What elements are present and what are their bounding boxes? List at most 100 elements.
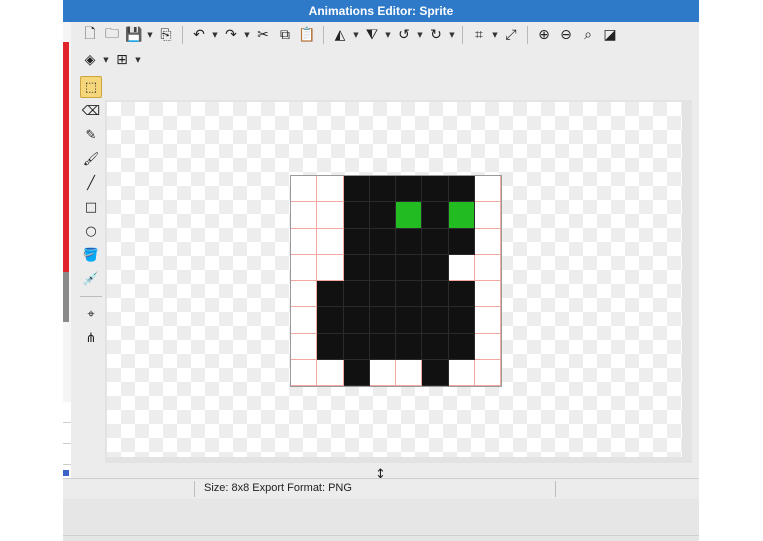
crop-icon[interactable]: ⌗ [468,24,490,46]
pixel-cell[interactable] [474,228,501,255]
pixel-cell[interactable] [396,228,423,255]
eraser-icon[interactable]: ⌫ [80,100,102,122]
pixel-cell[interactable] [369,228,396,255]
zoom-out-icon[interactable]: ⊖ [555,24,577,46]
pixel-cell[interactable] [474,254,501,281]
pixel-cell[interactable] [396,176,423,203]
pixel-cell[interactable] [396,254,423,281]
pixel-cell[interactable] [448,202,475,229]
rectangle-icon[interactable]: □ [80,196,102,218]
rotate-cw-icon[interactable]: ↻ [425,24,447,46]
dropdown-arrow-icon[interactable]: ▼ [447,31,457,39]
fill-bucket-icon[interactable]: 🪣 [80,244,102,266]
pixel-cell[interactable] [343,176,370,203]
open-folder-icon[interactable]: 🗀 [101,24,123,46]
pixel-cell[interactable] [291,333,318,360]
pixel-cell[interactable] [474,176,501,203]
pixel-cell[interactable] [448,281,475,308]
line-icon[interactable]: ╱ [80,172,102,194]
dropdown-arrow-icon[interactable]: ▼ [210,31,220,39]
export-icon[interactable]: ⎘ [155,24,177,46]
undo-icon[interactable]: ↶ [188,24,210,46]
pixel-cell[interactable] [448,176,475,203]
pixel-cell[interactable] [474,333,501,360]
pixel-cell[interactable] [317,359,344,386]
pixel-cell[interactable] [474,281,501,308]
pixel-cell[interactable] [422,333,449,360]
pixel-cell[interactable] [317,307,344,334]
pixel-cell[interactable] [422,202,449,229]
pixel-cell[interactable] [291,359,318,386]
pixel-cell[interactable] [317,228,344,255]
pixel-cell[interactable] [291,254,318,281]
layers-icon[interactable]: ◈ [79,49,101,71]
dropdown-arrow-icon[interactable]: ▼ [490,31,500,39]
pixel-cell[interactable] [474,359,501,386]
pixel-cell[interactable] [343,281,370,308]
dropdown-arrow-icon[interactable]: ▼ [145,31,155,39]
pixel-cell[interactable] [369,281,396,308]
anchor-point-icon[interactable]: ⌖ [80,303,102,325]
pixel-cell[interactable] [448,307,475,334]
marquee-select-icon[interactable]: ⬚ [80,76,102,98]
pixel-cell[interactable] [396,307,423,334]
grid-icon[interactable]: ⊞ [111,49,133,71]
pixel-cell[interactable] [396,359,423,386]
dropdown-arrow-icon[interactable]: ▼ [383,31,393,39]
new-file-icon[interactable]: 🗋 [79,24,101,46]
pixel-cell[interactable] [396,333,423,360]
pixel-cell[interactable] [474,307,501,334]
pixel-cell[interactable] [422,281,449,308]
zoom-in-icon[interactable]: ⊕ [533,24,555,46]
pixel-cell[interactable] [396,281,423,308]
pixel-cell[interactable] [422,176,449,203]
transparent-canvas[interactable] [107,102,682,457]
pixel-cell[interactable] [448,359,475,386]
pixel-cell[interactable] [291,281,318,308]
node-tree-icon[interactable]: ⋔ [80,327,102,349]
copy-icon[interactable]: ⧉ [274,24,296,46]
pixel-cell[interactable] [343,228,370,255]
pixel-cell[interactable] [422,254,449,281]
pixel-cell[interactable] [422,307,449,334]
pixel-cell[interactable] [369,307,396,334]
dropdown-arrow-icon[interactable]: ▼ [351,31,361,39]
pixel-cell[interactable] [448,228,475,255]
pixel-cell[interactable] [474,202,501,229]
flip-horizontal-icon[interactable]: ◭ [329,24,351,46]
pixel-cell[interactable] [343,254,370,281]
dropdown-arrow-icon[interactable]: ▼ [101,56,111,64]
zoom-fit-icon[interactable]: ⌕ [577,24,599,46]
redo-icon[interactable]: ↷ [220,24,242,46]
dropdown-arrow-icon[interactable]: ▼ [133,56,143,64]
pixel-cell[interactable] [422,359,449,386]
pixel-cell[interactable] [369,333,396,360]
pixel-cell[interactable] [448,333,475,360]
sprite-pixel-grid[interactable] [290,175,502,387]
pixel-cell[interactable] [317,202,344,229]
pixel-cell[interactable] [369,359,396,386]
resize-icon[interactable]: ⤢ [500,24,522,46]
pixel-cell[interactable] [343,333,370,360]
pixel-cell[interactable] [317,254,344,281]
pixel-cell[interactable] [343,359,370,386]
pixel-cell[interactable] [317,281,344,308]
pixel-cell[interactable] [369,176,396,203]
pixel-cell[interactable] [422,228,449,255]
pencil-icon[interactable]: ✎ [80,124,102,146]
pixel-cell[interactable] [291,202,318,229]
pixel-cell[interactable] [317,333,344,360]
pixel-cell[interactable] [343,307,370,334]
pixel-cell[interactable] [396,202,423,229]
eyedropper-icon[interactable]: 💉 [80,268,102,290]
save-icon[interactable]: 💾 [123,24,145,46]
pixel-cell[interactable] [291,307,318,334]
ellipse-icon[interactable]: ○ [80,220,102,242]
contrast-icon[interactable]: ◪ [599,24,621,46]
dropdown-arrow-icon[interactable]: ▼ [242,31,252,39]
pixel-cell[interactable] [291,228,318,255]
pixel-cell[interactable] [291,176,318,203]
pixel-cell[interactable] [343,202,370,229]
dropdown-arrow-icon[interactable]: ▼ [415,31,425,39]
flip-vertical-icon[interactable]: ⧨ [361,24,383,46]
